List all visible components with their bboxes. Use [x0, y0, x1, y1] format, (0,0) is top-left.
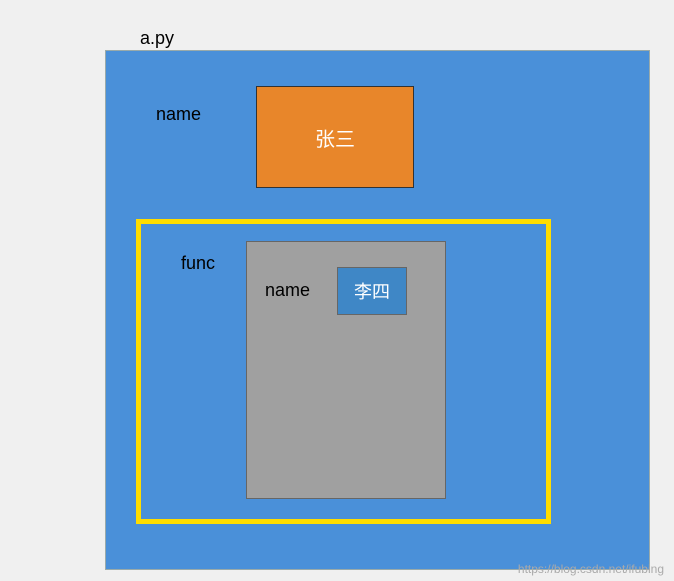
outer-variable-value: 张三: [315, 123, 355, 152]
watermark: https://blog.csdn.net/ifubing: [518, 562, 664, 576]
outer-variable-label: name: [156, 104, 201, 125]
module-scope-box: name 张三 func name 李四: [105, 50, 650, 570]
filename-label: a.py: [140, 28, 174, 49]
inner-variable-value: 李四: [354, 278, 390, 304]
outer-variable-value-box: 张三: [256, 86, 414, 188]
inner-variable-label: name: [265, 280, 310, 301]
inner-variable-value-box: 李四: [337, 267, 407, 315]
function-label: func: [181, 253, 215, 274]
function-scope-box: name 李四: [246, 241, 446, 499]
